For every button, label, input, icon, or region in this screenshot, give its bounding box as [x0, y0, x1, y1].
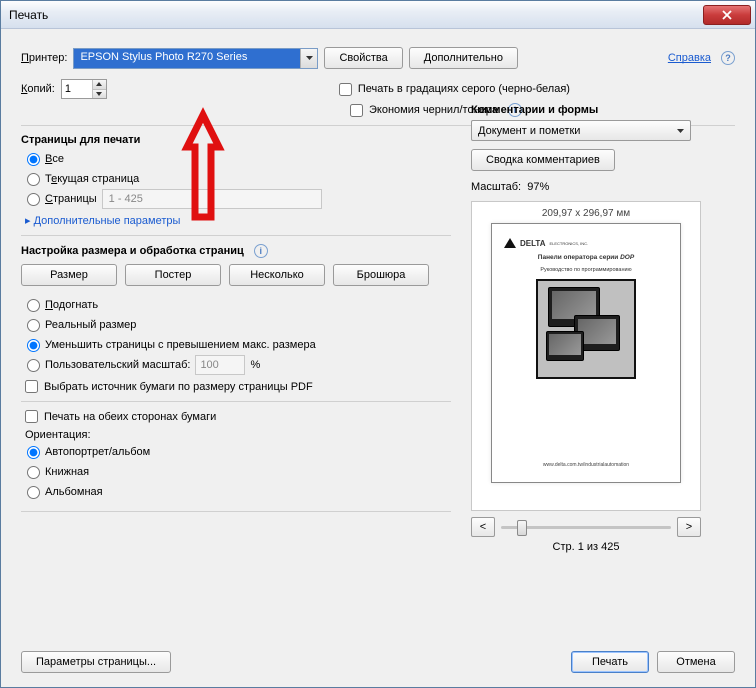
orient-auto-radio[interactable]: Автопортрет/альбом [27, 443, 451, 461]
grayscale-checkbox[interactable]: Печать в градациях серого (черно-белая) [339, 83, 570, 96]
preview-frame: 209,97 x 296,97 мм DELTA ELECTRONICS, IN… [471, 201, 701, 511]
copies-spinner[interactable] [61, 79, 107, 99]
comments-section-title: Комментарии и формы [471, 104, 735, 116]
print-button[interactable]: Печать [571, 651, 649, 673]
printer-selected-value: EPSON Stylus Photo R270 Series [74, 49, 300, 68]
comments-summary-button[interactable]: Сводка комментариев [471, 149, 615, 171]
printer-row: Принтер: EPSON Stylus Photo R270 Series … [21, 47, 735, 69]
footer: Параметры страницы... Печать Отмена [1, 641, 755, 687]
pages-current-radio[interactable]: Текущая страница [27, 170, 451, 188]
slider-thumb[interactable] [517, 520, 527, 536]
pages-range-radio[interactable]: Страницы [27, 190, 451, 208]
advanced-button[interactable]: Дополнительно [409, 47, 518, 69]
page-setup-button[interactable]: Параметры страницы... [21, 651, 171, 673]
page-preview: DELTA ELECTRONICS, INC. Панели оператора… [491, 223, 681, 483]
cancel-button[interactable]: Отмена [657, 651, 735, 673]
shrink-radio[interactable]: Уменьшить страницы с превышением макс. р… [27, 336, 451, 354]
zoom-slider[interactable] [501, 517, 671, 537]
printer-select[interactable]: EPSON Stylus Photo R270 Series [73, 48, 318, 69]
duplex-checkbox[interactable]: Печать на обеих сторонах бумаги [25, 410, 451, 423]
help-icon[interactable]: ? [721, 51, 735, 65]
scale-display: Масштаб: 97% [471, 181, 735, 193]
fit-radio[interactable]: Подогнать [27, 296, 451, 314]
paper-dimensions: 209,97 x 296,97 мм [542, 208, 630, 219]
right-column: Комментарии и формы Документ и пометки С… [471, 104, 735, 553]
tab-booklet[interactable]: Брошюра [333, 264, 429, 286]
copies-label: Копий: [21, 83, 55, 95]
printer-label: Принтер: [21, 52, 67, 64]
close-icon [722, 10, 732, 20]
preview-next-button[interactable]: > [677, 517, 701, 537]
titlebar: Печать [1, 1, 755, 29]
spin-up-button[interactable] [93, 80, 106, 89]
preview-subtitle: Руководство по программированию [540, 267, 631, 273]
custom-scale-radio[interactable]: Пользовательский масштаб: % [27, 356, 451, 374]
delta-logo-icon [504, 238, 516, 248]
pages-current-label: Текущая страница [45, 173, 139, 185]
pages-all-radio[interactable]: Все [27, 150, 451, 168]
pages-section-title: Страницы для печати [21, 134, 451, 146]
window-title: Печать [9, 8, 703, 22]
preview-prev-button[interactable]: < [471, 517, 495, 537]
print-dialog-window: Печать Принтер: EPSON Stylus Photo R270 … [0, 0, 756, 688]
preview-nav: < > [471, 517, 701, 537]
preview-logo: DELTA ELECTRONICS, INC. [504, 238, 588, 248]
orientation-label: Ориентация: [25, 429, 451, 441]
properties-button[interactable]: Свойства [324, 47, 402, 69]
copies-row: Копий: Печать в градациях серого (черно-… [21, 79, 735, 99]
help-icon[interactable]: i [254, 244, 268, 258]
more-params-expander[interactable]: ▸ Дополнительные параметры [25, 214, 180, 227]
copies-input[interactable] [62, 80, 92, 98]
tab-multi[interactable]: Несколько [229, 264, 325, 286]
preview-image [536, 279, 636, 379]
preview-title: Панели оператора серии DOP [538, 254, 634, 261]
tab-poster[interactable]: Постер [125, 264, 221, 286]
pages-range-input [102, 189, 322, 209]
comments-dropdown[interactable]: Документ и пометки [471, 120, 691, 141]
orient-landscape-radio[interactable]: Альбомная [27, 483, 451, 501]
tab-size[interactable]: Размер [21, 264, 117, 286]
sizing-section-title: Настройка размера и обработка страниц i [21, 244, 451, 258]
orient-portrait-radio[interactable]: Книжная [27, 463, 451, 481]
spin-down-button[interactable] [93, 89, 106, 99]
chevron-down-icon [300, 49, 317, 68]
close-button[interactable] [703, 5, 751, 25]
chevron-down-icon [677, 129, 684, 133]
help-link[interactable]: Справка [668, 52, 711, 64]
left-column: Страницы для печати Все Текущая страница… [21, 134, 451, 553]
page-counter: Стр. 1 из 425 [471, 541, 701, 553]
preview-url: www.delta.com.tw/industrialautomation [543, 462, 629, 468]
pages-all-label: Все [45, 153, 64, 165]
pages-range-label: Страницы [45, 193, 97, 205]
actual-radio[interactable]: Реальный размер [27, 316, 451, 334]
paper-source-checkbox[interactable]: Выбрать источник бумаги по размеру стран… [25, 380, 451, 393]
custom-scale-input [195, 355, 245, 375]
sizing-tabs: Размер Постер Несколько Брошюра [21, 264, 451, 286]
